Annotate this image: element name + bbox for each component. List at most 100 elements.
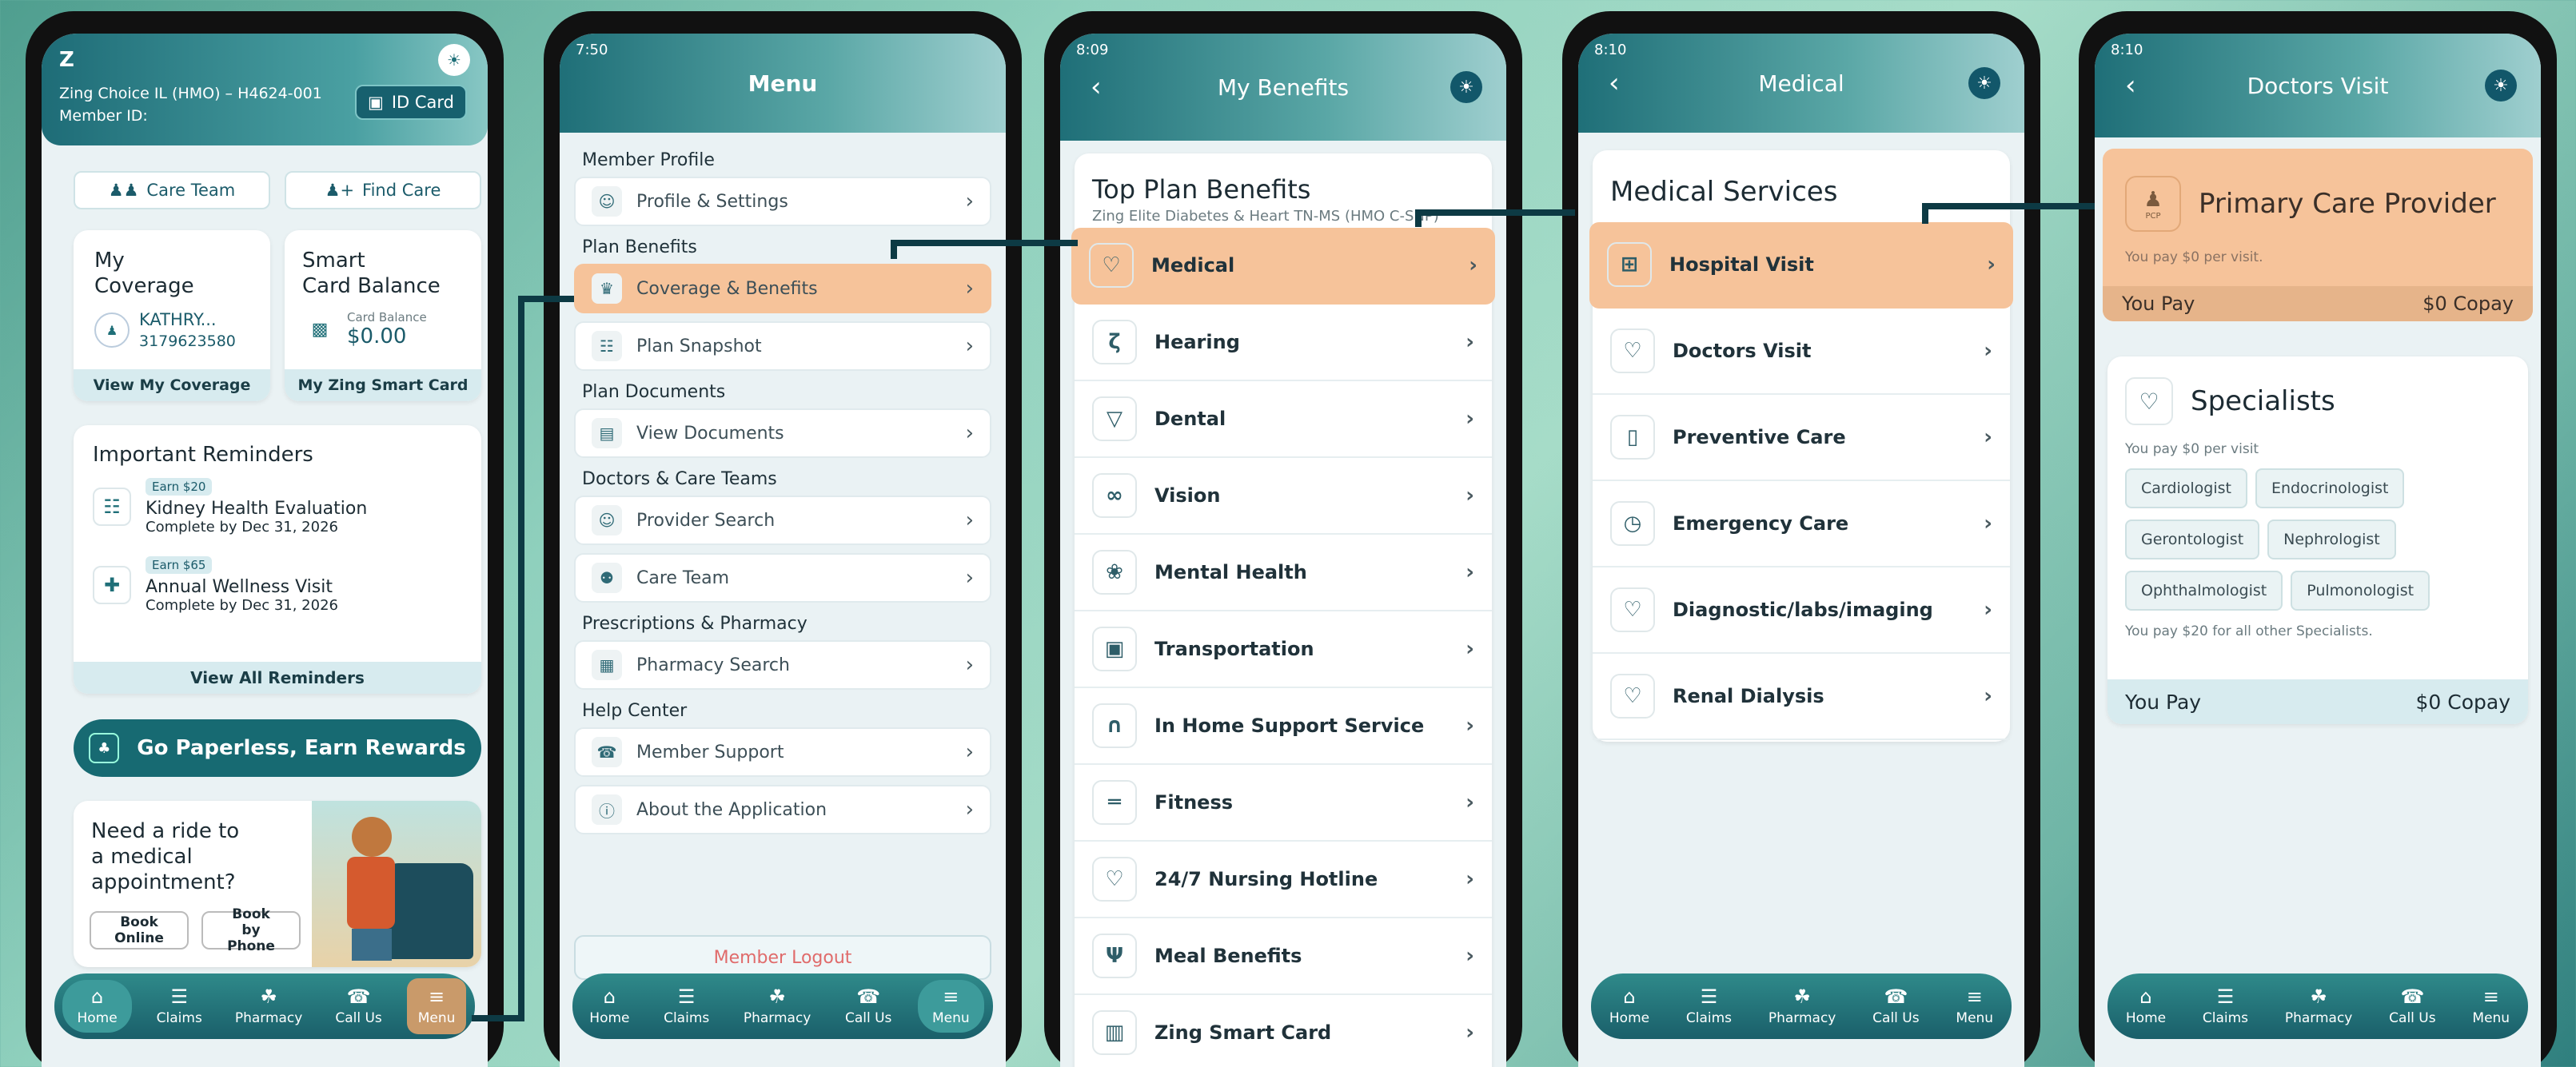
back-arrow-icon[interactable]: ‹ [2125, 70, 2136, 102]
benefit-item[interactable]: ♡ Diagnostic/labs/imaging › [1593, 567, 2010, 654]
benefit-item[interactable]: ζ Hearing › [1075, 305, 1492, 381]
benefit-label: Transportation [1154, 638, 1314, 660]
nav-pharmacy[interactable]: ☘ Pharmacy [2277, 983, 2361, 1029]
back-arrow-icon[interactable]: ‹ [1609, 67, 1620, 99]
go-paperless-button[interactable]: ♣ Go Paperless, Earn Rewards [74, 719, 481, 777]
nav-menu[interactable]: ≡ Menu [2464, 983, 2518, 1029]
nav-call-us[interactable]: ☎ Call Us [327, 983, 389, 1029]
chevron-right-icon: › [965, 189, 974, 213]
pcp-pay-label: You Pay [2122, 293, 2195, 315]
nav-claims[interactable]: ☰ Claims [1678, 983, 1740, 1029]
tooth-icon: ▽ [1092, 396, 1137, 441]
benefit-item[interactable]: ▣ Transportation › [1075, 611, 1492, 688]
nav-pharmacy[interactable]: ☘ Pharmacy [1761, 983, 1844, 1029]
nav-menu[interactable]: ≡ Menu [1948, 983, 2001, 1029]
find-care-button[interactable]: ♟+ Find Care [285, 171, 481, 209]
benefit-item[interactable]: ⊞ Hospital Visit › [1589, 222, 2013, 309]
benefit-item[interactable]: ▯ Preventive Care › [1593, 395, 2010, 481]
reminder-item[interactable]: ☷ Earn $20 Kidney Health Evaluation Complet… [93, 478, 481, 535]
specialist-tag[interactable]: Cardiologist [2125, 468, 2247, 508]
nav-menu[interactable]: ≡ Menu [918, 980, 984, 1033]
chevron-right-icon: › [965, 421, 974, 445]
smart-card-balance-card[interactable]: Smart Card Balance ▩ Card Balance $0.00 M… [285, 230, 481, 401]
notification-bell-icon[interactable]: ☀ [2485, 70, 2517, 102]
benefit-item[interactable]: ◷ Emergency Care › [1593, 481, 2010, 567]
menu-section-title: Doctors & Care Teams [582, 469, 777, 489]
nav-call-us[interactable]: ☎ Call Us [837, 983, 899, 1029]
menu-item[interactable]: ☺ Profile & Settings › [574, 177, 991, 226]
chevron-right-icon: › [1465, 1021, 1474, 1045]
menu-item[interactable]: ☎ Member Support › [574, 727, 991, 777]
benefit-label: Preventive Care [1673, 426, 1846, 448]
book-online-button[interactable]: Book Online [90, 911, 189, 950]
nav-home[interactable]: ⌂ Home [62, 980, 132, 1033]
nav-call-us[interactable]: ☎ Call Us [1864, 983, 1927, 1029]
specialists-other-note: You pay $20 for all other Specialists. [2125, 623, 2373, 639]
reminder-item[interactable]: ✚ Earn $65 Annual Wellness Visit Complete b… [93, 556, 481, 614]
specialist-tag[interactable]: Ophthalmologist [2125, 571, 2283, 611]
nav-pharmacy[interactable]: ☘ Pharmacy [227, 983, 311, 1029]
my-coverage-card[interactable]: My Coverage ♟ KATHRY... 3179623580 View M… [74, 230, 270, 401]
care-team-button[interactable]: ♟♟ Care Team [74, 171, 270, 209]
specialists-pay-label: You Pay [2125, 690, 2202, 714]
menu-item[interactable]: ⓘ About the Application › [574, 785, 991, 834]
chevron-right-icon: › [965, 740, 974, 764]
menu-item-label: Member Support [636, 742, 784, 762]
benefit-item[interactable]: ♡ 24/7 Nursing Hotline › [1075, 842, 1492, 918]
menu-item[interactable]: ☷ Plan Snapshot › [574, 321, 991, 371]
notification-bell-icon[interactable]: ☀ [1968, 67, 2000, 99]
pcp-icon-label: PCP [2145, 211, 2161, 221]
specialist-tag[interactable]: Endocrinologist [2255, 468, 2405, 508]
benefit-label: Vision [1154, 484, 1221, 507]
view-coverage-link[interactable]: View My Coverage [74, 369, 270, 401]
specialist-tag[interactable]: Gerontologist [2125, 520, 2260, 559]
nav-claims[interactable]: ☰ Claims [149, 983, 210, 1029]
benefit-label: Hearing [1154, 331, 1240, 353]
benefit-item[interactable]: ∩ In Home Support Service › [1075, 688, 1492, 765]
benefit-item[interactable]: ❀ Mental Health › [1075, 535, 1492, 611]
nav-claims[interactable]: ☰ Claims [2195, 983, 2256, 1029]
notification-bell-icon[interactable]: ☀ [438, 44, 470, 76]
benefit-item[interactable]: Ψ Meal Benefits › [1075, 918, 1492, 995]
benefit-item[interactable]: ▥ Zing Smart Card › [1075, 995, 1492, 1067]
benefit-label: Diagnostic/labs/imaging [1673, 599, 1933, 621]
logout-label: Member Logout [713, 947, 852, 968]
benefit-item[interactable]: ▽ Dental › [1075, 381, 1492, 458]
reminders-card: Important Reminders ☷ Earn $20 Kidney Heal… [74, 425, 481, 694]
benefit-item[interactable]: ═ Fitness › [1075, 765, 1492, 842]
benefit-item[interactable]: ♡ Doctors Visit › [1593, 309, 2010, 395]
nav-home[interactable]: ⌂ Home [581, 983, 637, 1029]
menu-item[interactable]: ⚉ Care Team › [574, 553, 991, 603]
menu-item[interactable]: ▤ View Documents › [574, 408, 991, 458]
nav-call-us[interactable]: ☎ Call Us [2381, 983, 2443, 1029]
menu-item[interactable]: ▦ Pharmacy Search › [574, 640, 991, 690]
menu-item[interactable]: ☺ Provider Search › [574, 496, 991, 545]
menu-item-label: Care Team [636, 567, 730, 588]
menu-item-label: Profile & Settings [636, 191, 788, 212]
nav-claims[interactable]: ☰ Claims [656, 983, 717, 1029]
back-arrow-icon[interactable]: ‹ [1091, 71, 1102, 103]
nav-label: Pharmacy [234, 1010, 303, 1026]
benefit-item[interactable]: ♡ Renal Dialysis › [1593, 654, 2010, 740]
find-care-label: Find Care [362, 181, 441, 200]
nav-home[interactable]: ⌂ Home [1601, 983, 1657, 1029]
benefit-item[interactable]: ∞ Vision › [1075, 458, 1492, 535]
smart-card-link[interactable]: My Zing Smart Card [285, 369, 481, 401]
id-card-button[interactable]: ▣ ID Card [354, 85, 467, 120]
card-balance-value: $0.00 [347, 324, 407, 348]
view-all-reminders-link[interactable]: View All Reminders [74, 662, 481, 694]
nav-pharmacy[interactable]: ☘ Pharmacy [736, 983, 819, 1029]
notification-bell-icon[interactable]: ☀ [1450, 71, 1482, 103]
book-by-phone-button[interactable]: Book by Phone [201, 906, 301, 954]
nav-menu[interactable]: ≡ Menu [406, 978, 467, 1034]
benefit-item[interactable]: ♡ Medical › [1071, 228, 1495, 305]
benefits-screen: 8:09 ‹ My Benefits ☀ Top Plan Benefits Z… [1060, 34, 1506, 1067]
benefit-label: Doctors Visit [1673, 340, 1812, 362]
specialist-tag[interactable]: Nephrologist [2267, 520, 2396, 559]
nav-home[interactable]: ⌂ Home [2118, 983, 2174, 1029]
pharmacy-icon: ☘ [768, 985, 786, 1008]
phone-home: Z ☀ Zing Choice IL (HMO) – H4624-001 Mem… [26, 11, 504, 1067]
menu-item[interactable]: ♛ Coverage & Benefits › [574, 264, 991, 313]
chevron-right-icon: › [1469, 253, 1477, 277]
specialist-tag[interactable]: Pulmonologist [2291, 571, 2430, 611]
